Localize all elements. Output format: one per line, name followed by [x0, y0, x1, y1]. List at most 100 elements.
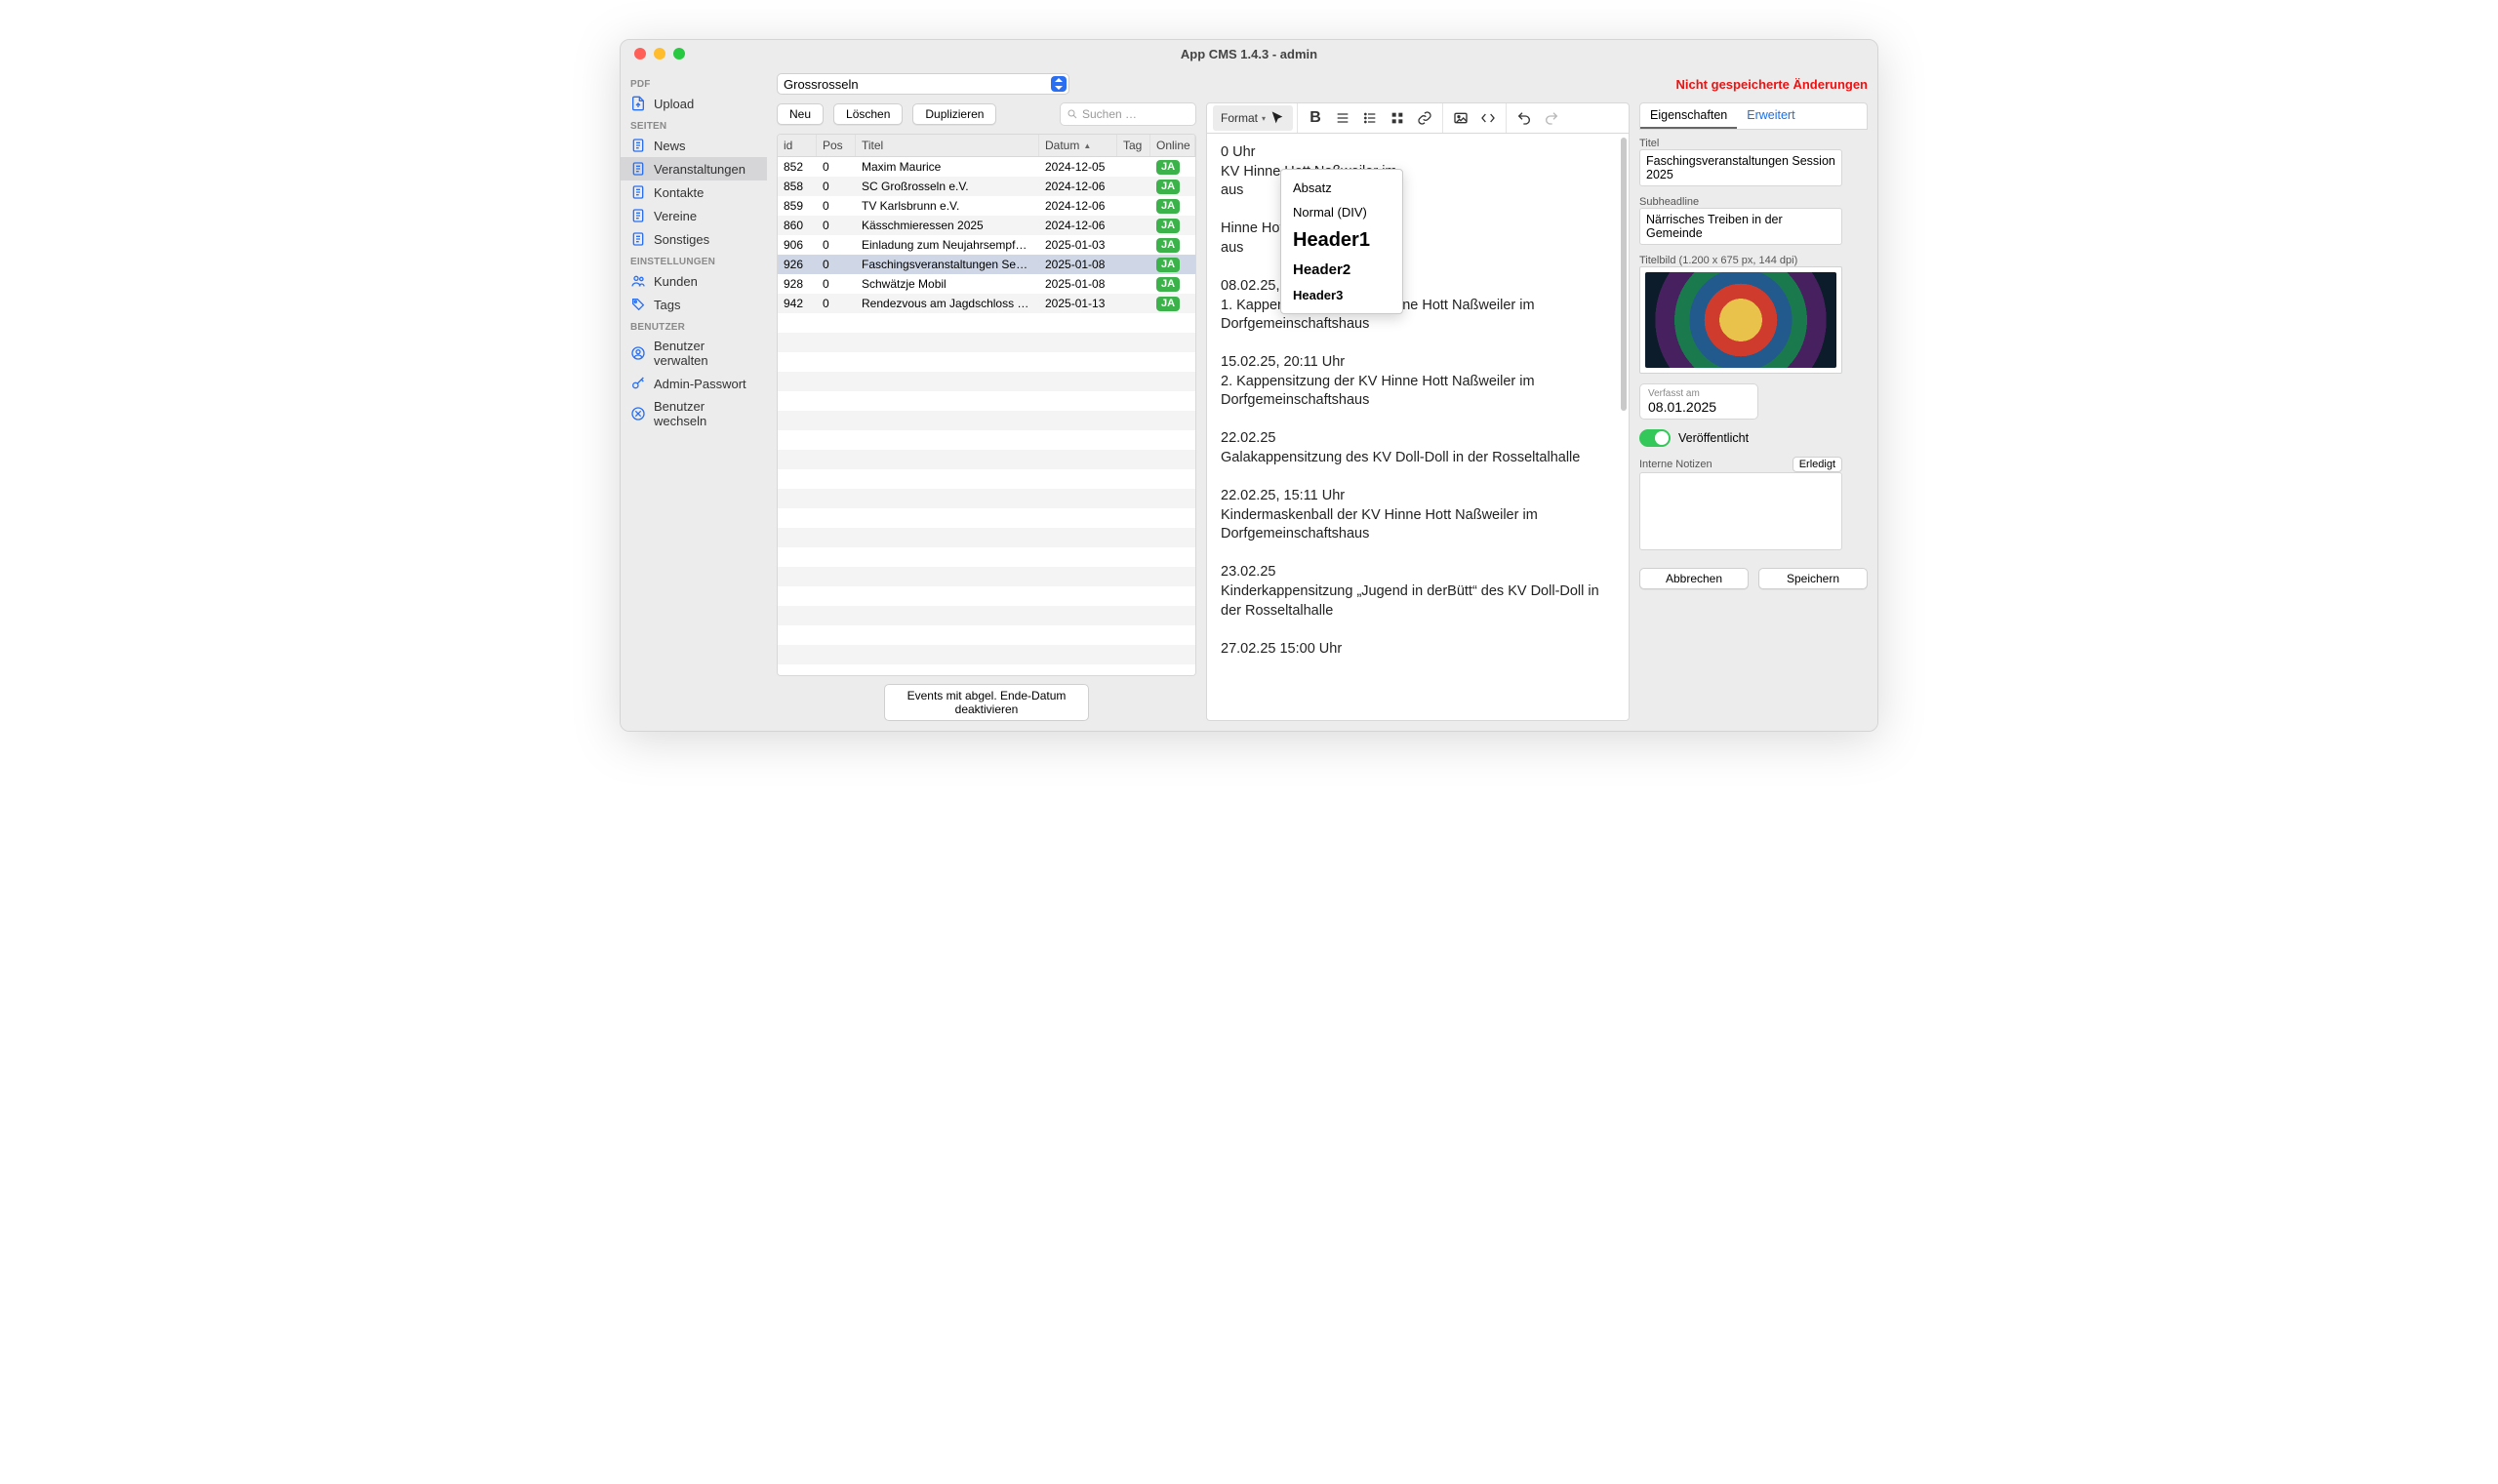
sidebar-item-tags[interactable]: Tags — [621, 293, 767, 316]
sidebar-item-news[interactable]: News — [621, 134, 767, 157]
format-dropdown-menu: Absatz Normal (DIV) Header1 Header2 Head… — [1280, 169, 1403, 314]
table-header[interactable]: id Pos Titel Datum▲ Tag Online — [778, 135, 1195, 157]
cell-date: 2025-01-03 — [1039, 236, 1117, 254]
format-option-normal[interactable]: Normal (DIV) — [1281, 200, 1402, 224]
users-icon — [630, 273, 646, 289]
title-label: Titel — [1639, 138, 1868, 149]
table-row[interactable]: 9280Schwätzje Mobil2025-01-08JA — [778, 274, 1195, 294]
cell-pos: 0 — [817, 197, 856, 215]
grid-button[interactable] — [1384, 105, 1411, 131]
list-button[interactable] — [1356, 105, 1384, 131]
minimize-window-button[interactable] — [654, 48, 665, 60]
search-input[interactable]: Suchen … — [1060, 102, 1196, 126]
date-value: 08.01.2025 — [1648, 399, 1750, 415]
online-badge: JA — [1156, 219, 1180, 233]
table-row[interactable]: 9420Rendezvous am Jagdschloss und Forstg… — [778, 294, 1195, 313]
sidebar-item-admin-passwort[interactable]: Admin-Passwort — [621, 372, 767, 395]
page-icon — [630, 138, 646, 153]
table-row[interactable]: 8600Kässchmieressen 20252024-12-06JA — [778, 216, 1195, 235]
cell-tag — [1117, 301, 1150, 305]
cell-pos: 0 — [817, 158, 856, 176]
cell-tag — [1117, 262, 1150, 266]
table-row[interactable]: 8520Maxim Maurice2024-12-05JA — [778, 157, 1195, 177]
format-option-absatz[interactable]: Absatz — [1281, 176, 1402, 200]
editor-panel: Format ▾ B — [1206, 102, 1630, 721]
deactivate-expired-button[interactable]: Events mit abgel. Ende-Datum deaktiviere… — [884, 684, 1089, 721]
sidebar-header: EINSTELLUNGEN — [621, 251, 767, 269]
cell-pos: 0 — [817, 178, 856, 195]
save-button[interactable]: Speichern — [1758, 568, 1868, 589]
redo-button[interactable] — [1538, 105, 1565, 131]
title-image[interactable] — [1639, 266, 1842, 374]
image-button[interactable] — [1447, 105, 1474, 131]
zoom-window-button[interactable] — [673, 48, 685, 60]
sidebar-item-benutzer-verwalten[interactable]: Benutzer verwalten — [621, 335, 767, 372]
link-button[interactable] — [1411, 105, 1438, 131]
editor-content[interactable]: 0 UhrKV Hinne Hott Naßweiler imaus Hinne… — [1206, 134, 1630, 721]
tab-eigenschaften[interactable]: Eigenschaften — [1640, 103, 1737, 129]
mask-art-icon — [1645, 272, 1836, 368]
col-date[interactable]: Datum▲ — [1039, 135, 1117, 156]
sidebar-item-veranstaltungen[interactable]: Veranstaltungen — [621, 157, 767, 180]
sidebar-item-label: Upload — [654, 97, 694, 111]
online-badge: JA — [1156, 277, 1180, 292]
window-title: App CMS 1.4.3 - admin — [621, 47, 1877, 61]
sidebar-item-sonstiges[interactable]: Sonstiges — [621, 227, 767, 251]
format-option-header2[interactable]: Header2 — [1281, 257, 1402, 283]
format-option-header1[interactable]: Header1 — [1281, 224, 1402, 257]
sidebar-header: SEITEN — [621, 115, 767, 134]
cell-id: 858 — [778, 178, 817, 195]
table-row[interactable]: 8580SC Großrosseln e.V.2024-12-06JA — [778, 177, 1195, 196]
editor-line: 0 Uhr — [1221, 143, 1615, 163]
sidebar-item-benutzer-wechseln[interactable]: Benutzer wechseln — [621, 395, 767, 432]
sidebar-item-label: Kontakte — [654, 185, 704, 200]
delete-button[interactable]: Löschen — [833, 103, 903, 125]
sidebar-item-label: Kunden — [654, 274, 698, 289]
table-row[interactable]: 9260Faschingsveranstaltungen Session 202… — [778, 255, 1195, 274]
site-select[interactable]: Grossrosseln — [777, 73, 1069, 95]
online-badge: JA — [1156, 258, 1180, 272]
editor-scrollbar[interactable] — [1621, 138, 1627, 411]
date-field[interactable]: Verfasst am 08.01.2025 — [1639, 383, 1758, 420]
sidebar-item-upload[interactable]: Upload — [621, 92, 767, 115]
col-pos[interactable]: Pos — [817, 135, 856, 156]
editor-line: Kinderkappensitzung „Jugend in derBütt“ … — [1221, 582, 1615, 621]
published-toggle[interactable] — [1639, 429, 1671, 447]
cancel-button[interactable]: Abbrechen — [1639, 568, 1749, 589]
undo-button[interactable] — [1511, 105, 1538, 131]
duplicate-button[interactable]: Duplizieren — [912, 103, 996, 125]
col-id[interactable]: id — [778, 135, 817, 156]
col-online[interactable]: Online — [1150, 135, 1195, 156]
subheadline-input[interactable]: Närrisches Treiben in der Gemeinde — [1639, 208, 1842, 245]
table-row[interactable]: 8590TV Karlsbrunn e.V.2024-12-06JA — [778, 196, 1195, 216]
notes-label: Interne Notizen — [1639, 459, 1712, 470]
tab-erweitert[interactable]: Erweitert — [1737, 103, 1804, 129]
new-button[interactable]: Neu — [777, 103, 824, 125]
title-input[interactable]: Faschingsveranstaltungen Session 2025 — [1639, 149, 1842, 186]
published-label: Veröffentlicht — [1678, 431, 1749, 445]
sidebar-item-kontakte[interactable]: Kontakte — [621, 180, 767, 204]
format-dropdown-button[interactable]: Format ▾ — [1213, 105, 1293, 131]
format-option-header3[interactable]: Header3 — [1281, 283, 1402, 307]
align-button[interactable] — [1329, 105, 1356, 131]
cell-date: 2024-12-06 — [1039, 217, 1117, 234]
cell-online: JA — [1150, 157, 1195, 177]
done-button[interactable]: Erledigt — [1793, 457, 1842, 472]
sidebar-item-kunden[interactable]: Kunden — [621, 269, 767, 293]
cell-online: JA — [1150, 235, 1195, 255]
sidebar-item-vereine[interactable]: Vereine — [621, 204, 767, 227]
col-tag[interactable]: Tag — [1117, 135, 1150, 156]
col-title[interactable]: Titel — [856, 135, 1039, 156]
cell-id: 860 — [778, 217, 817, 234]
close-window-button[interactable] — [634, 48, 646, 60]
cell-tag — [1117, 184, 1150, 188]
editor-line — [1221, 335, 1615, 354]
cell-date: 2024-12-05 — [1039, 158, 1117, 176]
notes-textarea[interactable] — [1639, 472, 1842, 550]
bold-button[interactable]: B — [1302, 105, 1329, 131]
user-icon — [630, 345, 646, 361]
editor-line — [1221, 621, 1615, 640]
table-row[interactable]: 9060Einladung zum Neujahrsempfang2025-01… — [778, 235, 1195, 255]
editor-line: 15.02.25, 20:11 Uhr — [1221, 353, 1615, 373]
code-button[interactable] — [1474, 105, 1502, 131]
